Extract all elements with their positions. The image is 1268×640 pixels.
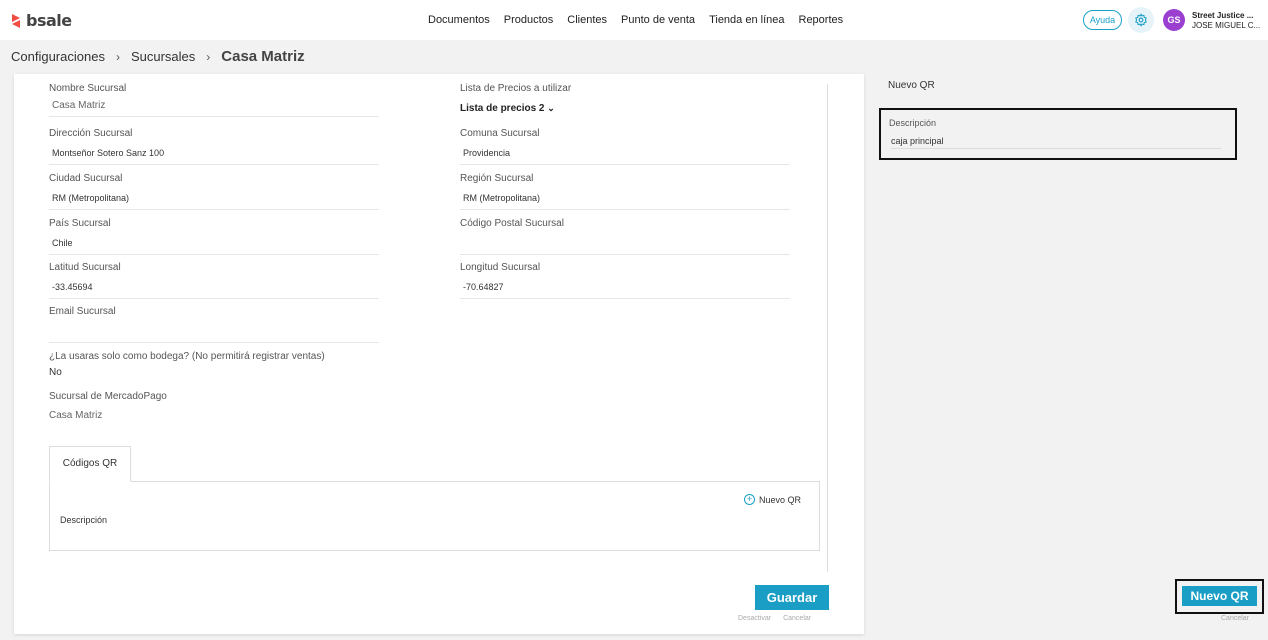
breadcrumb-configuraciones[interactable]: Configuraciones bbox=[11, 49, 105, 64]
comuna-input[interactable]: Providencia bbox=[460, 148, 790, 165]
user-name: JOSE MIGUEL C... bbox=[1192, 21, 1261, 30]
nav-tienda-en-linea[interactable]: Tienda en línea bbox=[709, 14, 784, 26]
settings-button[interactable] bbox=[1128, 7, 1154, 33]
new-qr-submit-highlight: Nuevo QR bbox=[1175, 579, 1264, 614]
field-label: Email Sucursal bbox=[49, 306, 116, 317]
field-codigo-postal: Código Postal Sucursal bbox=[460, 218, 790, 255]
field-nombre: Nombre Sucursal Casa Matriz bbox=[49, 83, 379, 117]
field-label: Dirección Sucursal bbox=[49, 128, 133, 139]
mercadopago-select[interactable]: Casa Matriz bbox=[49, 410, 379, 427]
branch-form-card: Nombre Sucursal Casa Matriz Dirección Su… bbox=[14, 74, 864, 634]
field-bodega: ¿La usaras solo como bodega? (No permiti… bbox=[49, 351, 449, 384]
latitud-input[interactable]: -33.45694 bbox=[49, 282, 379, 299]
lista-precios-dropdown[interactable]: Lista de precios 2 ⌄ bbox=[460, 103, 790, 120]
plus-circle-icon: + bbox=[744, 494, 755, 505]
deactivate-link[interactable]: Desactivar bbox=[738, 615, 771, 622]
pais-input[interactable]: Chile bbox=[49, 238, 379, 255]
qr-codes-panel: + Nuevo QR Descripción bbox=[49, 481, 820, 551]
field-label: ¿La usaras solo como bodega? (No permiti… bbox=[49, 351, 325, 362]
nav-productos[interactable]: Productos bbox=[504, 14, 554, 26]
new-qr-panel-title: Nuevo QR bbox=[888, 80, 935, 91]
chevron-right-icon: › bbox=[206, 49, 211, 64]
nombre-input[interactable]: Casa Matriz bbox=[49, 100, 379, 117]
direccion-input[interactable]: Montseñor Sotero Sanz 100 bbox=[49, 148, 379, 165]
new-qr-link[interactable]: + Nuevo QR bbox=[744, 494, 801, 505]
company-name: Street Justice ... bbox=[1192, 11, 1254, 20]
new-qr-submit-button[interactable]: Nuevo QR bbox=[1182, 586, 1257, 606]
field-label: Longitud Sucursal bbox=[460, 262, 541, 273]
field-label: Código Postal Sucursal bbox=[460, 218, 564, 229]
qr-description-input[interactable] bbox=[891, 134, 1221, 149]
ciudad-input[interactable]: RM (Metropolitana) bbox=[49, 193, 379, 210]
field-label: Lista de Precios a utilizar bbox=[460, 83, 572, 94]
breadcrumb: Configuraciones › Sucursales › Casa Matr… bbox=[11, 48, 305, 65]
nav-punto-de-venta[interactable]: Punto de venta bbox=[621, 14, 695, 26]
lista-precios-value: Lista de precios 2 bbox=[460, 103, 545, 114]
divider bbox=[827, 84, 828, 572]
field-label: Descripción bbox=[889, 118, 937, 128]
field-label: Región Sucursal bbox=[460, 173, 534, 184]
bsale-logo-text: bsale bbox=[26, 11, 72, 30]
top-navigation-bar: bsale Documentos Productos Clientes Punt… bbox=[0, 0, 1268, 40]
account-info[interactable]: Street Justice ... JOSE MIGUEL C... bbox=[1192, 11, 1266, 31]
field-direccion: Dirección Sucursal Montseñor Sotero Sanz… bbox=[49, 128, 379, 165]
tab-codigos-qr[interactable]: Códigos QR bbox=[49, 446, 131, 482]
help-button[interactable]: Ayuda bbox=[1083, 10, 1122, 30]
field-label: País Sucursal bbox=[49, 218, 111, 229]
field-label: Latitud Sucursal bbox=[49, 262, 121, 273]
cancel-link[interactable]: Cancelar bbox=[783, 615, 811, 622]
chevron-right-icon: › bbox=[115, 49, 120, 64]
field-mercadopago: Sucursal de MercadoPago Casa Matriz bbox=[49, 391, 379, 427]
page-title: Casa Matriz bbox=[221, 48, 305, 65]
codigo-postal-input[interactable] bbox=[460, 238, 790, 255]
save-button[interactable]: Guardar bbox=[755, 585, 829, 610]
nav-documentos[interactable]: Documentos bbox=[428, 14, 490, 26]
field-label: Nombre Sucursal bbox=[49, 83, 127, 94]
region-input[interactable]: RM (Metropolitana) bbox=[460, 193, 790, 210]
chevron-down-icon: ⌄ bbox=[547, 103, 555, 113]
qr-description-field: Descripción bbox=[879, 108, 1237, 160]
field-label: Sucursal de MercadoPago bbox=[49, 391, 167, 402]
field-label: Comuna Sucursal bbox=[460, 128, 540, 139]
secondary-actions: Desactivar Cancelar bbox=[738, 615, 811, 622]
new-qr-label: Nuevo QR bbox=[759, 494, 802, 505]
longitud-input[interactable]: -70.64827 bbox=[460, 282, 790, 299]
field-label: Ciudad Sucursal bbox=[49, 173, 123, 184]
field-lista-precios: Lista de Precios a utilizar Lista de pre… bbox=[460, 83, 790, 120]
bsale-logo[interactable]: bsale bbox=[9, 11, 72, 30]
field-comuna: Comuna Sucursal Providencia bbox=[460, 128, 790, 165]
bodega-value[interactable]: No bbox=[49, 367, 449, 384]
user-avatar[interactable]: GS bbox=[1163, 9, 1185, 31]
field-pais: País Sucursal Chile bbox=[49, 218, 379, 255]
gear-icon bbox=[1135, 13, 1147, 27]
field-latitud: Latitud Sucursal -33.45694 bbox=[49, 262, 379, 299]
bsale-logo-icon bbox=[12, 13, 20, 28]
field-email: Email Sucursal bbox=[49, 306, 379, 343]
nav-clientes[interactable]: Clientes bbox=[567, 14, 607, 26]
main-nav: Documentos Productos Clientes Punto de v… bbox=[428, 14, 843, 26]
email-input[interactable] bbox=[49, 326, 379, 343]
nav-reportes[interactable]: Reportes bbox=[799, 14, 844, 26]
breadcrumb-sucursales[interactable]: Sucursales bbox=[131, 49, 195, 64]
field-ciudad: Ciudad Sucursal RM (Metropolitana) bbox=[49, 173, 379, 210]
field-longitud: Longitud Sucursal -70.64827 bbox=[460, 262, 790, 299]
field-region: Región Sucursal RM (Metropolitana) bbox=[460, 173, 790, 210]
panel-cancel-link[interactable]: Cancelar bbox=[1221, 615, 1249, 622]
column-header-descripcion: Descripción bbox=[60, 515, 108, 525]
